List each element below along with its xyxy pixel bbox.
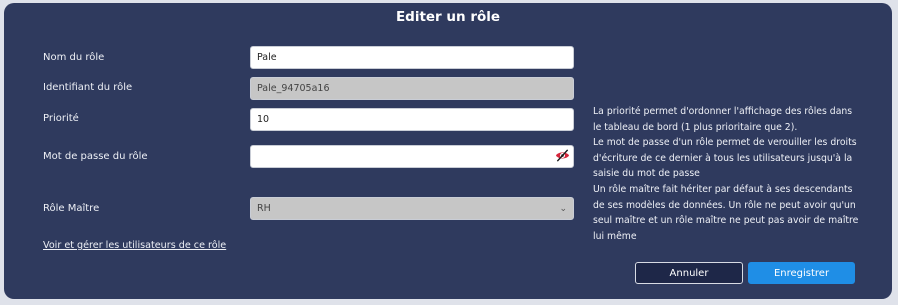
help-master-role: Un rôle maître fait hériter par défaut à… <box>593 183 859 242</box>
role-password-wrapper <box>250 145 574 168</box>
master-role-label: Rôle Maître <box>43 203 100 214</box>
chevron-down-icon: ⌄ <box>559 203 567 214</box>
master-role-value: RH <box>257 203 271 214</box>
help-text: La priorité permet d'ordonner l'affichag… <box>593 104 861 244</box>
role-password-label: Mot de passe du rôle <box>43 151 148 162</box>
role-name-label: Nom du rôle <box>43 52 105 63</box>
role-identifier-input <box>250 77 574 100</box>
priority-label: Priorité <box>43 113 79 124</box>
cancel-button[interactable]: Annuler <box>635 262 743 284</box>
role-identifier-label: Identifiant du rôle <box>43 82 133 93</box>
edit-role-dialog: Editer un rôle Nom du rôle Identifiant d… <box>4 3 892 299</box>
eye-icon[interactable] <box>555 148 570 163</box>
role-password-input[interactable] <box>250 145 574 168</box>
help-password: Le mot de passe d'un rôle permet de vero… <box>593 137 857 180</box>
priority-input[interactable] <box>250 108 574 131</box>
manage-users-link[interactable]: Voir et gérer les utilisateurs de ce rôl… <box>43 240 226 251</box>
save-button[interactable]: Enregistrer <box>748 262 855 284</box>
role-name-input[interactable] <box>250 46 574 69</box>
master-role-select[interactable]: RH ⌄ <box>250 197 574 220</box>
dialog-title: Editer un rôle <box>395 9 501 25</box>
help-priority: La priorité permet d'ordonner l'affichag… <box>593 106 853 133</box>
